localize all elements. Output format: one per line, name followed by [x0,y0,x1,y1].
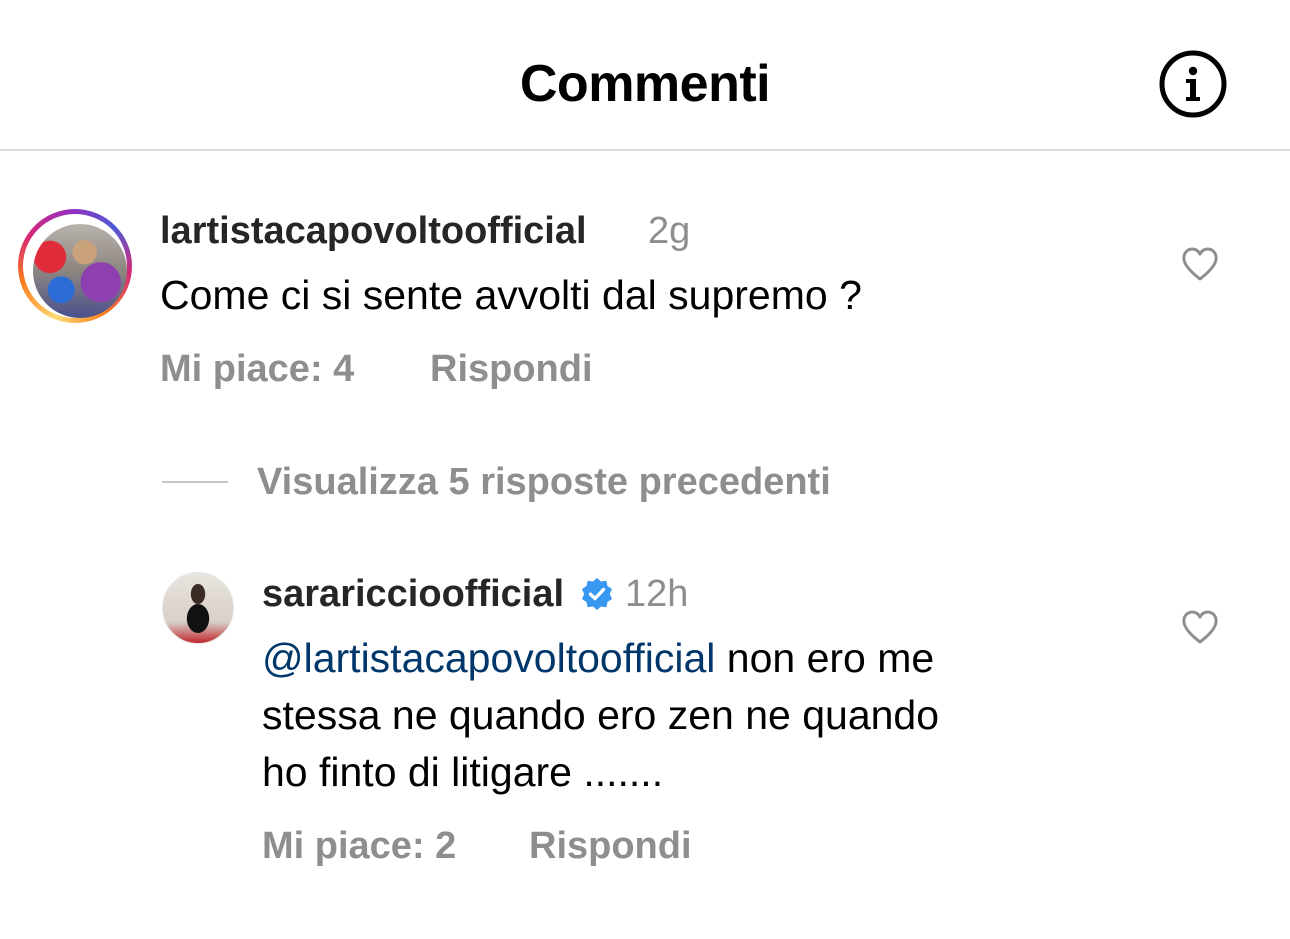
like-button[interactable] [1181,246,1219,282]
thread-divider [162,481,228,483]
view-previous-replies-button[interactable]: Visualizza 5 risposte precedenti [257,459,831,505]
reply-button[interactable]: Rispondi [529,823,692,869]
user-mention-link[interactable]: @lartistacapovoltoofficial [262,635,715,681]
heart-icon [1182,610,1218,644]
reply-button[interactable]: Rispondi [430,346,593,392]
reply-text-line: @lartistacapovoltoofficial non ero me [262,630,1142,687]
likes-count[interactable]: Mi piace: 2 [262,823,456,869]
reply-text-line: ho finto di litigare ....... [262,749,664,795]
likes-count[interactable]: Mi piace: 4 [160,346,354,392]
like-button[interactable] [1181,609,1219,645]
page-title: Commenti [519,55,771,113]
comment-username[interactable]: lartistacapovoltoofficial [160,208,587,254]
reply-text-fragment: non ero me [715,635,935,681]
verified-badge-icon [580,577,614,611]
comment-timestamp: 2g [648,210,691,252]
heart-icon [1182,247,1218,281]
story-ring[interactable] [18,209,132,323]
avatar [33,224,127,318]
comments-header: Commenti [0,0,1290,151]
comment-text: Come ci si sente avvolti dal supremo ? [160,272,862,318]
reply-timestamp: 12h [625,573,689,615]
avatar-ring-gap [23,214,127,318]
reply-text: @lartistacapovoltoofficial non ero me st… [262,630,1142,801]
info-button[interactable] [1158,49,1228,119]
reply-username[interactable]: sarariccioofficial [262,571,564,617]
info-icon [1159,50,1227,118]
reply-text-line: stessa ne quando ero zen ne quando [262,692,940,738]
avatar[interactable] [162,572,234,644]
